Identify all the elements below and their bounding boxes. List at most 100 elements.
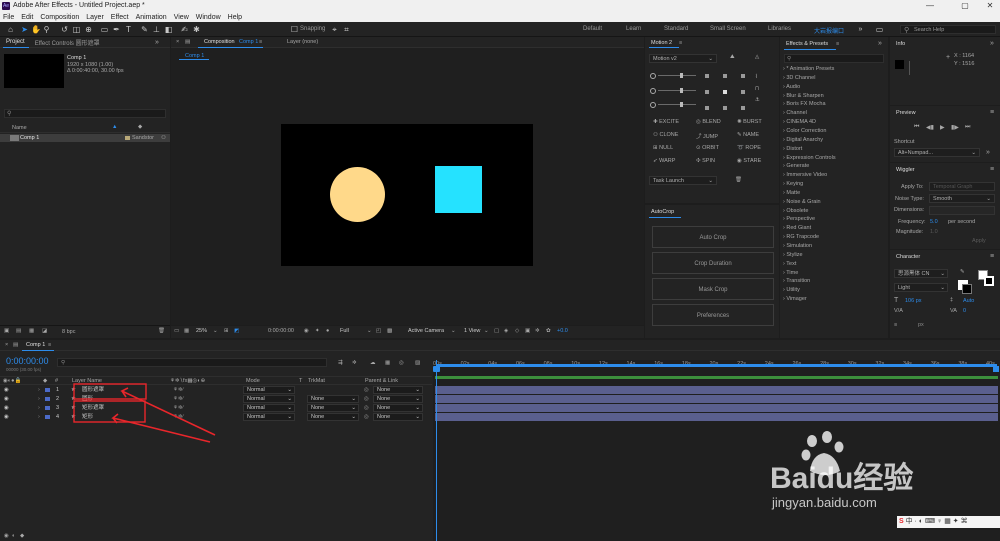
- effect-category[interactable]: › Transition: [783, 278, 810, 284]
- effect-category[interactable]: › Red Giant: [783, 225, 811, 231]
- workspace-small-screen[interactable]: Small Screen: [710, 26, 746, 32]
- expand-icon[interactable]: ›: [38, 386, 40, 394]
- font-size-value[interactable]: 106 px: [905, 298, 922, 304]
- crop-duration-button[interactable]: Crop Duration: [652, 252, 774, 274]
- current-time-indicator[interactable]: [436, 360, 437, 541]
- effect-category[interactable]: › Distort: [783, 146, 802, 152]
- comp-breadcrumb[interactable]: Comp 1: [185, 53, 204, 59]
- anchor-icon[interactable]: ⚓: [755, 97, 760, 103]
- layer-row[interactable]: ◉ › 1 ★ 圆形遮罩 ⚘✲∕ Normal ⌄ ◎ None ⌄: [0, 386, 432, 394]
- effect-category[interactable]: › * Animation Presets: [783, 66, 834, 72]
- hand-tool-icon[interactable]: ✋: [31, 25, 41, 34]
- mode-dropdown[interactable]: Normal ⌄: [243, 395, 295, 403]
- motion-btn-orbit[interactable]: ⊙ ORBIT: [696, 145, 719, 151]
- layer-duration-bar[interactable]: [435, 404, 998, 412]
- anchor-point-grid[interactable]: [703, 72, 747, 112]
- motion-btn-rope[interactable]: ➰ ROPE: [737, 145, 761, 151]
- effect-category[interactable]: › 3D Channel: [783, 75, 815, 81]
- settings-icon[interactable]: ✲: [535, 328, 540, 334]
- menu-view[interactable]: View: [174, 14, 189, 21]
- time-ruler[interactable]: 00s02s04s06s08s10s12s14s16s18s20s22s24s2…: [433, 360, 1000, 374]
- layer-label-color[interactable]: [45, 388, 50, 392]
- reset-workspace-icon[interactable]: ▭: [875, 25, 884, 34]
- last-frame-icon[interactable]: ⏭: [965, 124, 970, 131]
- timeline-tab-comp[interactable]: Comp 1: [26, 342, 45, 348]
- effect-category[interactable]: › Digital Anarchy: [783, 137, 823, 143]
- camera-tool-icon[interactable]: ◫: [72, 25, 81, 34]
- effect-category[interactable]: › Vimager: [783, 296, 807, 302]
- maximize-button[interactable]: ▢: [955, 1, 975, 11]
- bpc-label[interactable]: 8 bpc: [62, 329, 75, 335]
- square-shape-layer[interactable]: [435, 166, 482, 213]
- expand-icon[interactable]: ›: [38, 404, 40, 412]
- effect-category[interactable]: › Matte: [783, 190, 800, 196]
- layer-label-color[interactable]: [45, 397, 50, 401]
- layer-name-header[interactable]: Layer Name: [72, 378, 102, 384]
- layer-switches-icon[interactable]: ⚘✲∕: [173, 413, 183, 421]
- footer-icon-1[interactable]: ◉: [4, 533, 9, 539]
- auto-crop-button[interactable]: Auto Crop: [652, 226, 774, 248]
- close-button[interactable]: ✕: [980, 1, 1000, 11]
- effect-category[interactable]: › Obsolete: [783, 208, 808, 214]
- graph-editor-icon[interactable]: ▨: [415, 360, 420, 366]
- black-swatch[interactable]: [962, 284, 972, 294]
- eraser-tool-icon[interactable]: ◧: [164, 25, 173, 34]
- effect-category[interactable]: › Blur & Sharpen: [783, 93, 824, 99]
- effect-category[interactable]: › Stylize: [783, 252, 803, 258]
- project-settings-icon[interactable]: ◪: [42, 328, 47, 334]
- minimize-button[interactable]: —: [920, 1, 940, 11]
- tracking-value[interactable]: 0: [963, 308, 966, 314]
- motion-btn-name[interactable]: ✎ NAME: [737, 132, 759, 138]
- effect-category[interactable]: › Immersive Video: [783, 172, 827, 178]
- trkmat-dropdown[interactable]: None ⌄: [307, 413, 359, 421]
- channel-icon[interactable]: ●: [326, 328, 329, 334]
- character-menu-icon[interactable]: ≡: [990, 253, 994, 260]
- motion-btn-excite[interactable]: ✚ EXCITE: [653, 119, 679, 125]
- menu-file[interactable]: File: [3, 14, 14, 21]
- new-comp-icon[interactable]: ▦: [29, 328, 34, 334]
- wiggler-apply-button[interactable]: Apply: [972, 238, 986, 244]
- timeline-lock-icon[interactable]: ▤: [13, 342, 18, 348]
- effect-category[interactable]: › Perspective: [783, 216, 815, 222]
- footer-icon-3[interactable]: ◆: [20, 533, 24, 539]
- panel-overflow-icon[interactable]: »: [155, 39, 159, 46]
- layer-switches-icon[interactable]: ⚘✲∕: [173, 395, 183, 403]
- exposure-value[interactable]: +0.0: [557, 328, 568, 334]
- effect-category[interactable]: › Color Correction: [783, 128, 826, 134]
- motion-btn-burst[interactable]: ✺ BURST: [737, 119, 762, 125]
- pick-whip-icon[interactable]: ◎: [364, 395, 369, 403]
- timeline-tab-menu-icon[interactable]: ≡: [48, 342, 51, 348]
- effect-category[interactable]: › Generate: [783, 163, 809, 169]
- close-tab-icon[interactable]: ×: [176, 39, 179, 45]
- play-icon[interactable]: ▶: [940, 124, 945, 131]
- layer-duration-bar[interactable]: [435, 386, 998, 394]
- fill-stroke-swatch[interactable]: [978, 270, 994, 286]
- effects-search-icon[interactable]: ⚲: [787, 56, 791, 62]
- frequency-value[interactable]: 5.0: [930, 219, 938, 225]
- effect-category[interactable]: › Time: [783, 270, 798, 276]
- menu-layer[interactable]: Layer: [86, 14, 104, 21]
- sort-icon[interactable]: ▲: [112, 124, 117, 130]
- stroke-unit[interactable]: px: [918, 322, 924, 328]
- draft-3d-toggle-icon[interactable]: ✲: [352, 360, 357, 366]
- interpret-footage-icon[interactable]: ▣: [4, 328, 9, 334]
- snapping-checkbox[interactable]: ☐: [290, 25, 299, 34]
- playhead-handle[interactable]: [433, 366, 440, 372]
- font-style-dropdown[interactable]: Light ⌄: [894, 283, 948, 292]
- pick-whip-icon[interactable]: ◎: [364, 404, 369, 412]
- layer-row[interactable]: ◉ › 4 ★ 矩形 ⚘✲∕ Normal ⌄ None ⌄ ◎ None ⌄: [0, 413, 432, 421]
- layer-name[interactable]: 圆形遮罩: [82, 386, 104, 394]
- leading-value[interactable]: Auto: [963, 298, 974, 304]
- layer-row[interactable]: ◉ › 2 ★ 圆形 ⚘✲∕ Normal ⌄ None ⌄ ◎ None ⌄: [0, 395, 432, 403]
- motion-tool-icon-2[interactable]: ⊓: [755, 86, 759, 92]
- snap-options-icon[interactable]: ⌖: [330, 25, 339, 34]
- next-frame-icon[interactable]: ▮▶: [951, 124, 959, 131]
- tab-composition[interactable]: Composition: [204, 39, 235, 45]
- workspace-overflow-icon[interactable]: »: [856, 25, 865, 34]
- effect-category[interactable]: › Boris FX Mocha: [783, 101, 826, 107]
- circle-shape-layer[interactable]: [330, 167, 385, 222]
- roto-brush-tool-icon[interactable]: ✍: [180, 25, 189, 34]
- effects-menu-icon[interactable]: ≡: [836, 41, 839, 47]
- parent-dropdown[interactable]: None ⌄: [373, 404, 423, 412]
- view-layout-dropdown[interactable]: 1 View: [464, 328, 480, 334]
